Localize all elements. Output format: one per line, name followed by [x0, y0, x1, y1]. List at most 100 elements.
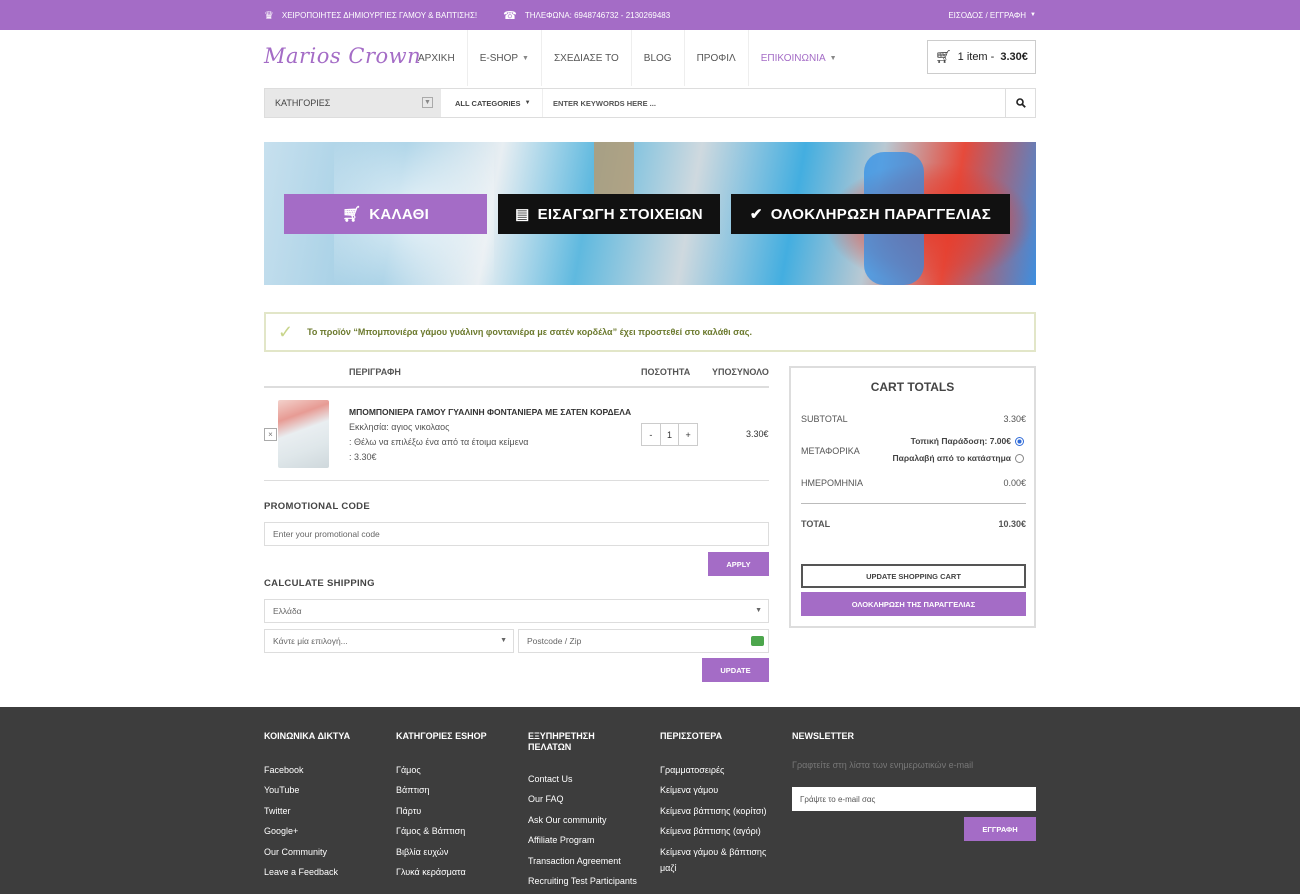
autofill-icon: [751, 636, 764, 646]
quantity-stepper[interactable]: - 1 +: [641, 423, 698, 446]
chevron-down-icon[interactable]: ▼: [422, 97, 433, 108]
checkout-button[interactable]: ΟΛΟΚΛΗΡΩΣΗ ΤΗΣ ΠΑΡΑΓΓΕΛΙΑΣ: [801, 592, 1026, 616]
product-thumbnail[interactable]: [278, 400, 329, 468]
footer-link[interactable]: YouTube: [264, 780, 350, 800]
apply-promo-button[interactable]: APPLY: [708, 552, 769, 576]
shipping-option-local[interactable]: Τοπική Παράδοση: 7.00€: [911, 436, 1024, 446]
footer-link[interactable]: Κείμενα βάπτισης (αγόρι): [660, 821, 766, 841]
shipping-option-pickup[interactable]: Παραλαβή από το κατάστημα: [892, 453, 1024, 463]
date-row: ΗΜΕΡΟΜΗΝΙΑ 0.00€: [801, 478, 1026, 488]
footer-link[interactable]: Γραμματοσειρές: [660, 760, 766, 780]
footer-link[interactable]: Ask Our community: [528, 810, 637, 830]
nav-design[interactable]: ΣΧΕΔΙΑΣΕ ΤΟ: [542, 30, 632, 86]
list-icon: ▤: [515, 206, 530, 223]
footer: ΚΟΙΝΩΝΙΚΑ ΔΙΚΤΥΑ Facebook YouTube Twitte…: [0, 705, 1300, 894]
country-select[interactable]: Ελλάδα ▼: [264, 599, 769, 623]
footer-link[interactable]: Κείμενα γάμου & βάπτισης: [660, 842, 766, 860]
login-link[interactable]: ΕΙΣΟΔΟΣ / ΕΓΓΡΑΦΗ ▼: [948, 0, 1036, 30]
increase-button[interactable]: +: [679, 424, 697, 445]
nav-home[interactable]: ΑΡΧΙΚΗ: [406, 30, 468, 86]
dropdown-arrow-icon: ▼: [755, 607, 762, 614]
chevron-down-icon: ▼: [1030, 12, 1036, 18]
tagline: ΧΕΙΡΟΠΟΙΗΤΕΣ ΔΗΜΙΟΥΡΓΙΕΣ ΓΑΜΟΥ & ΒΑΠΤΙΣΗ…: [281, 10, 478, 20]
footer-newsletter: NEWSLETTER Γραφτείτε στη λίστα των ενημε…: [792, 731, 1036, 841]
product-price-line: : 3.30€: [349, 452, 377, 462]
footer-link[interactable]: Contact Us: [528, 769, 637, 789]
nav-eshop[interactable]: E-SHOP ▼: [468, 30, 542, 86]
footer-link[interactable]: Κείμενα βάπτισης (κορίτσι): [660, 801, 766, 821]
categories-dropdown[interactable]: ΚΑΤΗΓΟΡΙΕΣ ▼: [265, 89, 441, 117]
added-to-cart-notice: ✓ Το προϊόν “Μπομπονιέρα γάμου γυάλινη φ…: [264, 312, 1036, 352]
nav-contact[interactable]: ΕΠΙΚΟΙΝΩΝΙΑ ▼: [749, 30, 849, 86]
footer-link[interactable]: Γλυκά κεράσματα: [396, 862, 487, 882]
all-categories-select[interactable]: ALL CATEGORIES ▼: [441, 89, 543, 117]
quantity-input[interactable]: 1: [661, 424, 680, 445]
search-icon: [1015, 98, 1026, 108]
shipping-title: CALCULATE SHIPPING: [264, 578, 375, 589]
footer-link[interactable]: Transaction Agreement: [528, 851, 637, 871]
subtotal-row: SUBTOTAL 3.30€: [801, 414, 1026, 424]
footer-link[interactable]: Google+: [264, 821, 350, 841]
step-details[interactable]: ▤ ΕΙΣΑΓΩΓΗ ΣΤΟΙΧΕΙΩΝ: [498, 194, 720, 234]
footer-link[interactable]: Βάπτιση: [396, 780, 487, 800]
region-select[interactable]: Κάντε μία επιλογή... ▼: [264, 629, 514, 653]
col-subtotal: ΥΠΟΣΥΝΟΛΟ: [712, 367, 769, 377]
footer-link[interactable]: Πάρτυ: [396, 801, 487, 821]
footer-link[interactable]: Recruiting Test Participants: [528, 871, 637, 891]
remove-item-button[interactable]: ×: [264, 428, 277, 441]
crown-icon: ♛: [264, 9, 274, 22]
footer-link[interactable]: Γάμος: [396, 760, 487, 780]
mini-cart-total: 3.30€: [1000, 51, 1028, 63]
footer-link[interactable]: Κείμενα γάμου: [660, 780, 766, 800]
step-complete[interactable]: ✔ ΟΛΟΚΛΗΡΩΣΗ ΠΑΡΑΓΓΕΛΙΑΣ: [731, 194, 1010, 234]
footer-link[interactable]: Leave a Feedback: [264, 862, 350, 882]
update-shipping-button[interactable]: UPDATE: [702, 658, 769, 682]
footer-link[interactable]: Facebook: [264, 760, 350, 780]
newsletter-email-input[interactable]: Γράψτε το e-mail σας: [792, 787, 1036, 811]
total-value: 10.30€: [998, 519, 1026, 529]
footer-link[interactable]: Our FAQ: [528, 789, 637, 809]
update-cart-button[interactable]: UPDATE SHOPPING CART: [801, 564, 1026, 588]
footer-link[interactable]: Twitter: [264, 801, 350, 821]
footer-link[interactable]: Our Community: [264, 842, 350, 862]
nav-profile[interactable]: ΠΡΟΦΙΛ: [685, 30, 749, 86]
col-description: ΠΕΡΙΓΡΑΦΗ: [349, 367, 401, 377]
nav-blog[interactable]: BLOG: [632, 30, 685, 86]
footer-categories: ΚΑΤΗΓΟΡΙΕΣ ESHOP Γάμος Βάπτιση Πάρτυ Γάμ…: [396, 731, 487, 882]
footer-link[interactable]: μαζί: [660, 860, 766, 876]
search-button[interactable]: [1005, 89, 1035, 117]
chevron-down-icon: ▼: [829, 54, 837, 62]
checkmark-icon: ✓: [278, 321, 294, 342]
footer-link[interactable]: Βιβλία ευχών: [396, 842, 487, 862]
product-name[interactable]: ΜΠΟΜΠΟΝΙΕΡΑ ΓΑΜΟΥ ΓΥΑΛΙΝΗ ΦΟΝΤΑΝΙΕΡΑ ΜΕ …: [349, 405, 631, 420]
search-input[interactable]: ENTER KEYWORDS HERE ...: [543, 89, 1005, 117]
radio-button[interactable]: [1015, 436, 1024, 446]
mini-cart-items: 1 item -: [957, 51, 995, 63]
dropdown-arrow-icon: ▼: [500, 637, 507, 644]
footer-link[interactable]: Affiliate Program: [528, 830, 637, 850]
col-quantity: ΠΟΣΟΤΗΤΑ: [641, 367, 691, 377]
chevron-down-icon: ▼: [522, 54, 529, 62]
mini-cart-button[interactable]: 🛒︎ 1 item - 3.30€: [927, 40, 1036, 74]
notice-text: Το προϊόν “Μπομπονιέρα γάμου γυάλινη φον…: [307, 327, 752, 337]
logo[interactable]: Marios Crown: [264, 44, 421, 68]
checkout-banner: 🛒︎ ΚΑΛΑΘΙ ▤ ΕΙΣΑΓΩΓΗ ΣΤΟΙΧΕΙΩΝ ✔ ΟΛΟΚΛΗΡ…: [264, 142, 1036, 285]
footer-more: ΠΕΡΙΣΣΟΤΕΡΑ Γραμματοσειρές Κείμενα γάμου…: [660, 731, 766, 876]
cart-icon: 🛒︎: [935, 49, 952, 64]
radio-button[interactable]: [1015, 453, 1024, 463]
product-text-option: : Θέλω να επιλέξω ένα από τα έτοιμα κείμ…: [349, 437, 529, 447]
decrease-button[interactable]: -: [642, 424, 661, 445]
newsletter-subscribe-button[interactable]: ΕΓΓΡΑΦΗ: [964, 817, 1036, 841]
cart-totals-panel: CART TOTALS SUBTOTAL 3.30€ ΜΕΤΑΦΟΡΙΚΑ Το…: [789, 366, 1036, 628]
cart-totals-title: CART TOTALS: [870, 380, 955, 394]
main-nav: ΑΡΧΙΚΗ E-SHOP ▼ ΣΧΕΔΙΑΣΕ ΤΟ BLOG ΠΡΟΦΙΛ Ε…: [406, 30, 849, 86]
newsletter-text: Γραφτείτε στη λίστα των ενημερωτικών e-m…: [792, 760, 974, 770]
date-value: 0.00€: [1003, 478, 1026, 488]
cart-table-header: ΠΕΡΙΓΡΑΦΗ ΠΟΣΟΤΗΤΑ ΥΠΟΣΥΝΟΛΟ: [264, 360, 769, 388]
promo-code-input[interactable]: Enter your promotional code: [264, 522, 769, 546]
subtotal-value: 3.30€: [1003, 414, 1026, 424]
step-cart[interactable]: 🛒︎ ΚΑΛΑΘΙ: [284, 194, 487, 234]
postcode-input[interactable]: Postcode / Zip: [518, 629, 769, 653]
footer-social: ΚΟΙΝΩΝΙΚΑ ΔΙΚΤΥΑ Facebook YouTube Twitte…: [264, 731, 350, 882]
footer-link[interactable]: Γάμος & Βάπτιση: [396, 821, 487, 841]
